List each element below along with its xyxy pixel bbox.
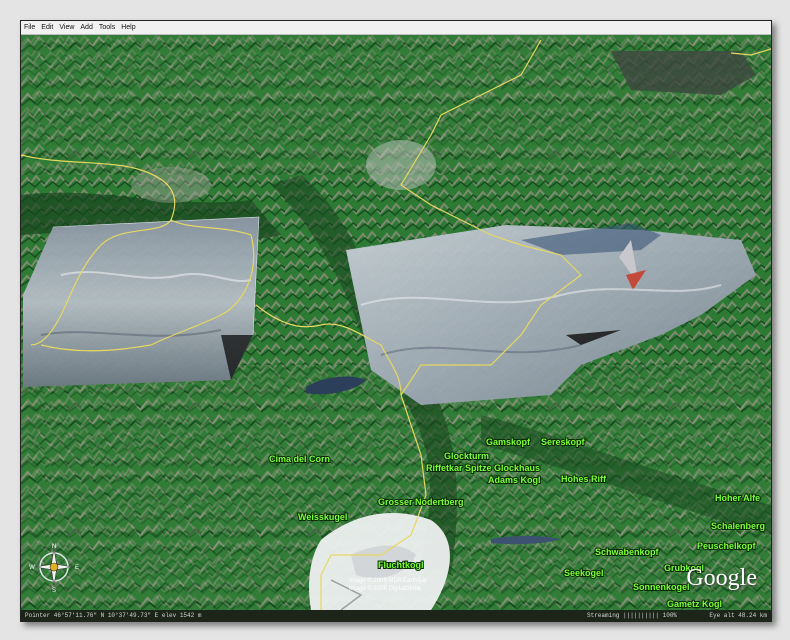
place-label: Sereskopf (541, 437, 586, 447)
google-logo: Google (686, 565, 757, 591)
status-bar: Pointer 46°57'11.76" N 10°37'49.73" E el… (21, 610, 771, 621)
place-label: Sonnenkogel (633, 582, 690, 592)
google-earth-window: File Edit View Add Tools Help Glockturm … (20, 20, 772, 622)
place-label: Schwabenkopf (595, 547, 660, 557)
place-label: Fluchtkogl (378, 560, 424, 570)
menu-help[interactable]: Help (121, 24, 135, 31)
compass-west-label: W (29, 565, 35, 571)
place-label: Schalenberg (711, 521, 765, 531)
place-label: Peuschelkopf (697, 541, 757, 551)
place-label: Riffetkar Spitze Glockhaus (426, 463, 540, 473)
menu-edit[interactable]: Edit (41, 24, 53, 31)
place-label: Gametz Kogl (667, 599, 722, 609)
compass-icon[interactable]: N S E W (29, 542, 79, 592)
image-overlay-left (23, 217, 259, 387)
place-label: Grosser Nodertberg (378, 497, 464, 507)
place-label: Cima del Corn (269, 454, 330, 464)
terrain-map[interactable]: Glockturm Gamskopf Sereskopf Riffetkar S… (21, 35, 771, 610)
menu-view[interactable]: View (59, 24, 74, 31)
map-viewport[interactable]: Glockturm Gamskopf Sereskopf Riffetkar S… (21, 35, 771, 610)
eye-altitude: Eye alt 48.24 km (709, 612, 767, 619)
menu-file[interactable]: File (24, 24, 35, 31)
compass-north-label: N (52, 544, 56, 550)
place-label: Hohes Riff (561, 474, 607, 484)
place-label: Glockturm (444, 451, 489, 461)
imagery-copyright: Image © 2006 MDA EarthSat (349, 577, 427, 584)
place-label: Gamskopf (486, 437, 531, 447)
streaming-status: Streaming |||||||||| 100% (587, 612, 678, 619)
place-label: Weisskugel (298, 512, 347, 522)
place-label: Seekogel (564, 568, 604, 578)
menu-tools[interactable]: Tools (99, 24, 115, 31)
menu-add[interactable]: Add (80, 24, 92, 31)
pointer-coordinates: Pointer 46°57'11.76" N 10°37'49.73" E el… (25, 612, 202, 619)
compass-south-label: S (52, 588, 56, 592)
place-label: Hoher Alfe (715, 493, 760, 503)
compass-east-label: E (75, 565, 79, 571)
place-label: Adams Kogl (488, 475, 541, 485)
menu-bar: File Edit View Add Tools Help (21, 21, 771, 35)
imagery-copyright: Image © 2006 DigitalGlobe (349, 585, 422, 592)
